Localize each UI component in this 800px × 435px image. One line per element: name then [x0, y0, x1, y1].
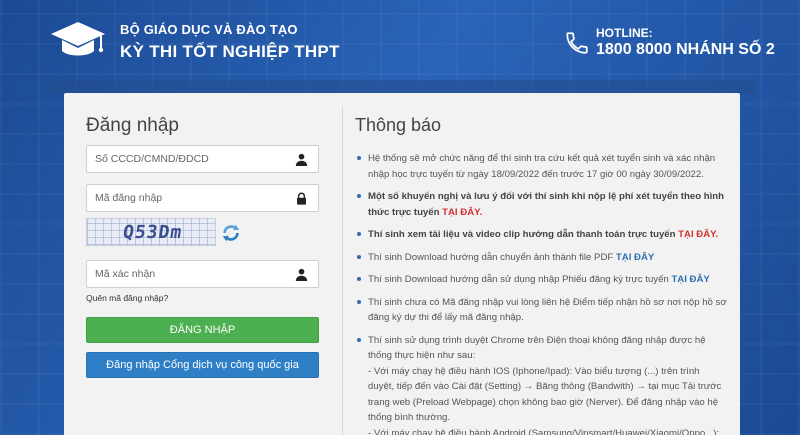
notice-item: Thí sinh chưa có Mã đăng nhập vui lòng l… [355, 295, 727, 326]
phone-icon [566, 32, 588, 54]
notice-item: Thí sinh sử dụng trình duyệt Chrome trên… [355, 333, 727, 435]
notice-text: Một số khuyến nghị và lưu ý đối với thí … [368, 191, 724, 218]
notice-item: Một số khuyến nghị và lưu ý đối với thí … [355, 189, 727, 220]
bullet-icon [357, 232, 361, 236]
hotline-number: 1800 8000 NHÁNH SỐ 2 [596, 41, 775, 58]
login-title: Đăng nhập [86, 115, 179, 136]
notice-link[interactable]: TẠI ĐÂY [671, 274, 709, 285]
column-divider [342, 107, 343, 435]
refresh-icon[interactable] [220, 222, 242, 244]
notice-link[interactable]: TẠI ĐÂY. [678, 229, 718, 240]
notice-text: Thí sinh sử dụng trình duyệt Chrome trên… [368, 334, 706, 362]
notice-title: Thông báo [355, 115, 442, 135]
gov-portal-login-button[interactable]: Đăng nhập Cổng dịch vụ công quốc gia [86, 352, 319, 378]
captcha-field [86, 260, 319, 288]
hotline-label: HOTLINE: [596, 26, 653, 40]
bullet-icon [357, 156, 361, 160]
notice-item: Thí sinh Download hướng dẫn sử dụng nhập… [355, 272, 727, 288]
notice-text: Thí sinh chưa có Mã đăng nhập vui lòng l… [368, 296, 727, 324]
notice-text: Thí sinh Download hướng dẫn chuyển ảnh t… [368, 251, 616, 263]
notice-link[interactable]: TẠI ĐÂY [616, 252, 654, 263]
captcha-input[interactable] [87, 261, 277, 287]
bullet-icon [357, 277, 361, 281]
notice-text: Thí sinh Download hướng dẫn sử dụng nhập… [368, 274, 672, 285]
notice-text: Hệ thống sẽ mở chức năng để thí sinh tra… [368, 153, 716, 180]
notice-subtext: - Với máy chạy hệ điều hành Android (Sam… [368, 427, 720, 435]
notice-item: Thí sinh Download hướng dẫn chuyển ảnh t… [355, 250, 727, 266]
forgot-password-link[interactable]: Quên mã đăng nhập? [86, 293, 168, 303]
exam-name: KỲ THI TỐT NGHIỆP THPT [120, 42, 340, 61]
bullet-icon [357, 254, 361, 259]
panel-top-bar [48, 80, 756, 94]
notice-section: Thông báo Hệ thống sẽ mở chức năng để th… [355, 93, 727, 435]
user-icon [295, 268, 308, 281]
captcha-text: Q53Dm [121, 222, 184, 243]
notice-item: Hệ thống sẽ mở chức năng để thí sinh tra… [355, 151, 727, 182]
notice-item: Thí sinh xem tài liệu và video clip hướn… [355, 227, 727, 243]
id-field [86, 145, 319, 173]
graduation-cap-icon [51, 22, 105, 56]
login-button[interactable]: ĐĂNG NHẬP [86, 317, 319, 343]
notice-subtext: - Với máy chạy hệ điều hành IOS (Iphone/… [368, 365, 722, 424]
login-section: Đăng nhập Q53Dm [86, 93, 320, 435]
bullet-icon [357, 299, 361, 304]
main-panel: Đăng nhập Q53Dm [64, 93, 740, 435]
user-icon [295, 153, 308, 166]
header: BỘ GIÁO DỤC VÀ ĐÀO TẠO KỲ THI TỐT NGHIỆP… [0, 0, 800, 80]
id-input[interactable] [87, 146, 277, 172]
notice-list: Hệ thống sẽ mở chức năng để thí sinh tra… [355, 151, 727, 435]
org-name: BỘ GIÁO DỤC VÀ ĐÀO TẠO [120, 22, 298, 37]
bullet-icon [357, 194, 361, 198]
captcha-image: Q53Dm [86, 218, 216, 246]
bullet-icon [357, 337, 361, 342]
notice-link[interactable]: TẠI ĐÂY. [442, 207, 482, 218]
lock-icon [297, 192, 306, 205]
password-field [86, 184, 319, 212]
password-input[interactable] [87, 185, 277, 211]
notice-text: Thí sinh xem tài liệu và video clip hướn… [368, 229, 679, 240]
